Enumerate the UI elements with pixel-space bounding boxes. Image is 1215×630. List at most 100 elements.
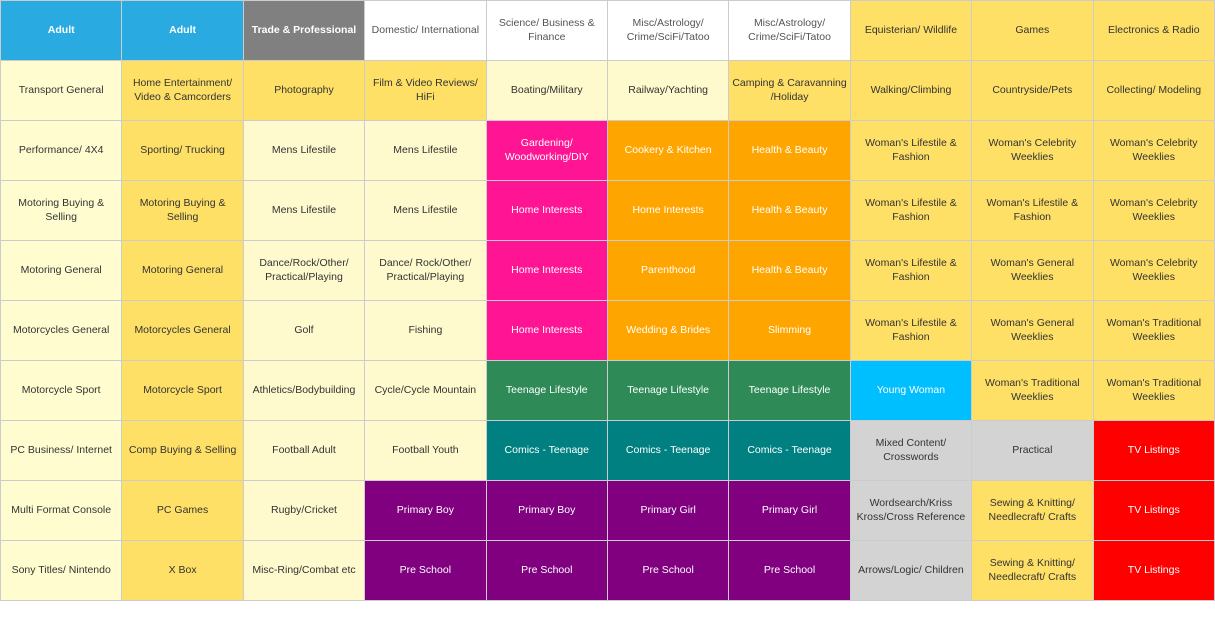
table-row: Motoring Buying & SellingMotoring Buying… — [1, 181, 1215, 241]
cell-r5-c1: Motorcycle Sport — [122, 361, 243, 421]
cell-r2-c2: Mens Lifestile — [243, 181, 364, 241]
cell-r1-c1: Sporting/ Trucking — [122, 121, 243, 181]
cell-r6-c2: Football Adult — [243, 421, 364, 481]
table-row: Multi Format ConsolePC GamesRugby/Cricke… — [1, 481, 1215, 541]
cell-r6-c9: TV Listings — [1093, 421, 1214, 481]
cell-r7-c5: Primary Girl — [607, 481, 728, 541]
cell-r3-c7: Woman's Lifestile & Fashion — [850, 241, 971, 301]
cell-r2-c5: Home Interests — [607, 181, 728, 241]
cell-r6-c6: Comics - Teenage — [729, 421, 850, 481]
cell-r2-c1: Motoring Buying & Selling — [122, 181, 243, 241]
cell-r2-c6: Health & Beauty — [729, 181, 850, 241]
cell-r6-c8: Practical — [972, 421, 1093, 481]
cell-r1-c2: Mens Lifestile — [243, 121, 364, 181]
cell-r8-c8: Sewing & Knitting/ Needlecraft/ Crafts — [972, 541, 1093, 601]
cell-r5-c5: Teenage Lifestyle — [607, 361, 728, 421]
cell-r1-c7: Woman's Lifestile & Fashion — [850, 121, 971, 181]
cell-r6-c0: PC Business/ Internet — [1, 421, 122, 481]
cell-r7-c1: PC Games — [122, 481, 243, 541]
cell-r8-c9: TV Listings — [1093, 541, 1214, 601]
table-row: Motoring GeneralMotoring GeneralDance/Ro… — [1, 241, 1215, 301]
header-col-9: Electronics & Radio — [1093, 1, 1214, 61]
table-row: Performance/ 4X4Sporting/ TruckingMens L… — [1, 121, 1215, 181]
cell-r6-c3: Football Youth — [365, 421, 486, 481]
cell-r7-c2: Rugby/Cricket — [243, 481, 364, 541]
cell-r7-c9: TV Listings — [1093, 481, 1214, 541]
cell-r3-c9: Woman's Celebrity Weeklies — [1093, 241, 1214, 301]
main-grid: AdultAdultTrade & ProfessionalDomestic/ … — [0, 0, 1215, 601]
table-row: PC Business/ InternetComp Buying & Selli… — [1, 421, 1215, 481]
cell-r3-c0: Motoring General — [1, 241, 122, 301]
cell-r6-c1: Comp Buying & Selling — [122, 421, 243, 481]
cell-r0-c8: Countryside/Pets — [972, 61, 1093, 121]
header-col-7: Equisterian/ Wildlife — [850, 1, 971, 61]
cell-r5-c2: Athletics/Bodybuilding — [243, 361, 364, 421]
cell-r3-c3: Dance/ Rock/Other/ Practical/Playing — [365, 241, 486, 301]
cell-r6-c4: Comics - Teenage — [486, 421, 607, 481]
header-col-1: Adult — [122, 1, 243, 61]
cell-r3-c6: Health & Beauty — [729, 241, 850, 301]
cell-r7-c8: Sewing & Knitting/ Needlecraft/ Crafts — [972, 481, 1093, 541]
cell-r5-c9: Woman's Traditional Weeklies — [1093, 361, 1214, 421]
cell-r1-c5: Cookery & Kitchen — [607, 121, 728, 181]
cell-r4-c6: Slimming — [729, 301, 850, 361]
cell-r8-c2: Misc-Ring/Combat etc — [243, 541, 364, 601]
cell-r4-c9: Woman's Traditional Weeklies — [1093, 301, 1214, 361]
cell-r8-c1: X Box — [122, 541, 243, 601]
cell-r0-c2: Photography — [243, 61, 364, 121]
header-col-6: Misc/Astrology/ Crime/SciFi/Tatoo — [729, 1, 850, 61]
cell-r8-c7: Arrows/Logic/ Children — [850, 541, 971, 601]
cell-r4-c1: Motorcycles General — [122, 301, 243, 361]
cell-r1-c4: Gardening/ Woodworking/DIY — [486, 121, 607, 181]
cell-r0-c4: Boating/Military — [486, 61, 607, 121]
cell-r4-c7: Woman's Lifestile & Fashion — [850, 301, 971, 361]
cell-r2-c4: Home Interests — [486, 181, 607, 241]
cell-r1-c6: Health & Beauty — [729, 121, 850, 181]
header-col-4: Science/ Business & Finance — [486, 1, 607, 61]
cell-r4-c4: Home Interests — [486, 301, 607, 361]
cell-r2-c7: Woman's Lifestile & Fashion — [850, 181, 971, 241]
cell-r6-c5: Comics - Teenage — [607, 421, 728, 481]
cell-r0-c3: Film & Video Reviews/HiFi — [365, 61, 486, 121]
cell-r0-c9: Collecting/ Modeling — [1093, 61, 1214, 121]
cell-r8-c5: Pre School — [607, 541, 728, 601]
cell-r8-c0: Sony Titles/ Nintendo — [1, 541, 122, 601]
cell-r3-c4: Home Interests — [486, 241, 607, 301]
header-col-3: Domestic/ International — [365, 1, 486, 61]
cell-r2-c9: Woman's Celebrity Weeklies — [1093, 181, 1214, 241]
cell-r3-c1: Motoring General — [122, 241, 243, 301]
cell-r8-c6: Pre School — [729, 541, 850, 601]
cell-r0-c1: Home Entertainment/ Video & Camcorders — [122, 61, 243, 121]
cell-r1-c8: Woman's Celebrity Weeklies — [972, 121, 1093, 181]
table-row: Transport GeneralHome Entertainment/ Vid… — [1, 61, 1215, 121]
table-row: Motorcycle SportMotorcycle SportAthletic… — [1, 361, 1215, 421]
cell-r0-c0: Transport General — [1, 61, 122, 121]
cell-r3-c8: Woman's General Weeklies — [972, 241, 1093, 301]
cell-r5-c0: Motorcycle Sport — [1, 361, 122, 421]
cell-r8-c3: Pre School — [365, 541, 486, 601]
cell-r7-c3: Primary Boy — [365, 481, 486, 541]
cell-r5-c8: Woman's Traditional Weeklies — [972, 361, 1093, 421]
cell-r4-c0: Motorcycles General — [1, 301, 122, 361]
cell-r2-c0: Motoring Buying & Selling — [1, 181, 122, 241]
cell-r5-c3: Cycle/Cycle Mountain — [365, 361, 486, 421]
cell-r6-c7: Mixed Content/ Crosswords — [850, 421, 971, 481]
header-col-2: Trade & Professional — [243, 1, 364, 61]
cell-r3-c2: Dance/Rock/Other/ Practical/Playing — [243, 241, 364, 301]
cell-r1-c0: Performance/ 4X4 — [1, 121, 122, 181]
cell-r5-c4: Teenage Lifestyle — [486, 361, 607, 421]
header-col-5: Misc/Astrology/ Crime/SciFi/Tatoo — [607, 1, 728, 61]
cell-r4-c2: Golf — [243, 301, 364, 361]
cell-r1-c9: Woman's Celebrity Weeklies — [1093, 121, 1214, 181]
cell-r5-c6: Teenage Lifestyle — [729, 361, 850, 421]
cell-r7-c0: Multi Format Console — [1, 481, 122, 541]
cell-r3-c5: Parenthood — [607, 241, 728, 301]
cell-r2-c3: Mens Lifestile — [365, 181, 486, 241]
table-row: Motorcycles GeneralMotorcycles GeneralGo… — [1, 301, 1215, 361]
table-row: Sony Titles/ NintendoX BoxMisc-Ring/Comb… — [1, 541, 1215, 601]
cell-r7-c6: Primary Girl — [729, 481, 850, 541]
header-col-8: Games — [972, 1, 1093, 61]
cell-r4-c5: Wedding & Brides — [607, 301, 728, 361]
category-table: AdultAdultTrade & ProfessionalDomestic/ … — [0, 0, 1215, 601]
cell-r4-c8: Woman's General Weeklies — [972, 301, 1093, 361]
